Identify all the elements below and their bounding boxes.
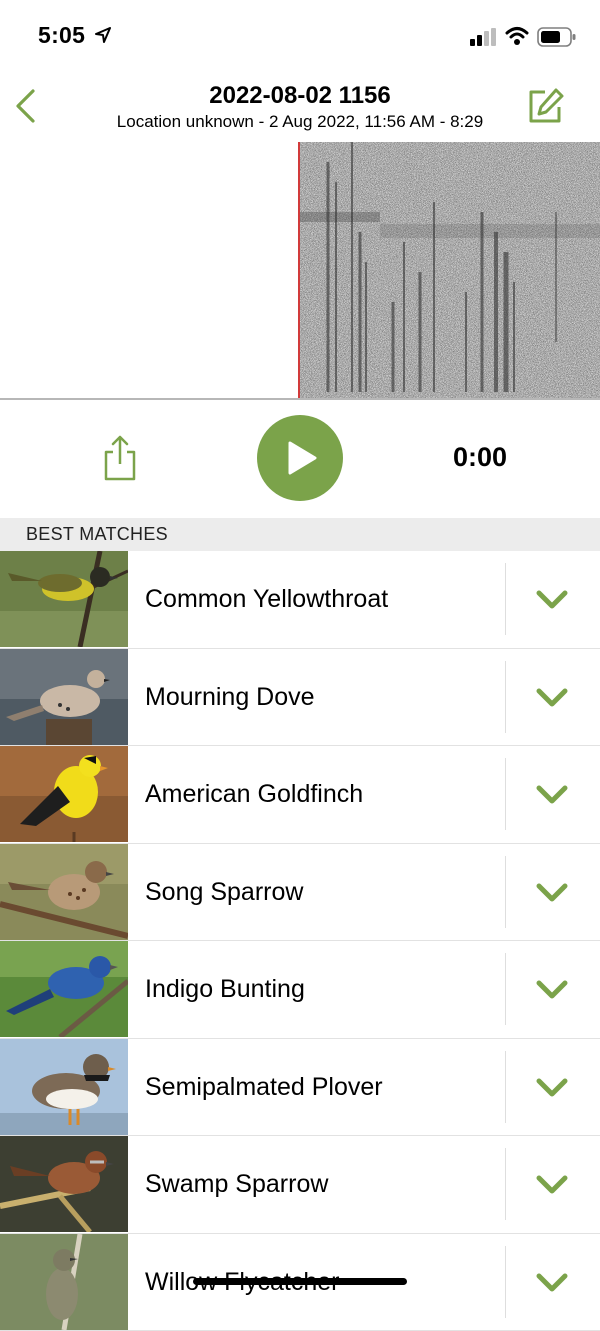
signal-bars-icon — [470, 28, 498, 46]
row-divider — [505, 758, 506, 830]
match-row-swamp-sparrow[interactable]: Swamp Sparrow — [0, 1136, 600, 1234]
bird-photo-willow-flycatcher — [0, 1234, 128, 1330]
bird-photo-mourning-dove — [0, 649, 128, 745]
bird-photo-common-yellowthroat — [0, 551, 128, 647]
match-row-song-sparrow[interactable]: Song Sparrow — [0, 844, 600, 942]
recording-title: 2022-08-02 1156 — [60, 82, 540, 110]
species-name: Song Sparrow — [145, 844, 303, 940]
edit-pencil-icon — [526, 86, 566, 126]
bird-photo-song-sparrow — [0, 844, 128, 940]
row-divider — [505, 661, 506, 733]
playback-time: 0:00 — [430, 442, 530, 473]
match-row-mourning-dove[interactable]: Mourning Dove — [0, 649, 600, 747]
battery-icon — [537, 27, 577, 47]
recording-subtitle: Location unknown - 2 Aug 2022, 11:56 AM … — [60, 112, 540, 132]
species-name: Common Yellowthroat — [145, 551, 388, 647]
play-button[interactable] — [257, 415, 343, 501]
chevron-down-icon[interactable] — [536, 589, 568, 611]
wifi-icon — [505, 26, 529, 46]
spectrogram-image — [300, 142, 600, 398]
spectrogram[interactable] — [0, 142, 600, 400]
back-button[interactable] — [8, 86, 42, 126]
row-divider — [505, 1246, 506, 1318]
bird-photo-indigo-bunting — [0, 941, 128, 1037]
chevron-down-icon[interactable] — [536, 1077, 568, 1099]
match-row-semipalmated-plover[interactable]: Semipalmated Plover — [0, 1039, 600, 1137]
match-row-indigo-bunting[interactable]: Indigo Bunting — [0, 941, 600, 1039]
row-divider — [505, 856, 506, 928]
share-button[interactable] — [101, 434, 139, 482]
chevron-down-icon[interactable] — [536, 1174, 568, 1196]
bird-photo-swamp-sparrow — [0, 1136, 128, 1232]
playhead-line[interactable] — [298, 142, 300, 398]
nav-bar: 2022-08-02 1156 Location unknown - 2 Aug… — [0, 78, 600, 140]
location-arrow-icon — [95, 27, 111, 43]
match-row-common-yellowthroat[interactable]: Common Yellowthroat — [0, 551, 600, 649]
section-label: BEST MATCHES — [26, 524, 168, 545]
row-divider — [505, 1148, 506, 1220]
bird-photo-american-goldfinch — [0, 746, 128, 842]
play-icon — [287, 441, 317, 475]
share-icon — [101, 434, 139, 482]
chevron-down-icon[interactable] — [536, 784, 568, 806]
species-name: Semipalmated Plover — [145, 1039, 383, 1135]
chevron-down-icon[interactable] — [536, 882, 568, 904]
row-divider — [505, 563, 506, 635]
edit-button[interactable] — [526, 86, 566, 126]
match-row-american-goldfinch[interactable]: American Goldfinch — [0, 746, 600, 844]
species-name: Mourning Dove — [145, 649, 315, 745]
status-time: 5:05 — [38, 22, 85, 49]
row-divider — [505, 953, 506, 1025]
status-bar: 5:05 — [0, 0, 600, 72]
row-divider — [505, 1051, 506, 1123]
chevron-down-icon[interactable] — [536, 979, 568, 1001]
section-header: BEST MATCHES — [0, 518, 600, 551]
species-name: Indigo Bunting — [145, 941, 305, 1037]
species-name: American Goldfinch — [145, 746, 363, 842]
bird-photo-semipalmated-plover — [0, 1039, 128, 1135]
home-indicator[interactable] — [193, 1278, 407, 1285]
chevron-left-icon — [14, 89, 36, 123]
chevron-down-icon[interactable] — [536, 1272, 568, 1294]
matches-list: Common Yellowthroat Mourning Dove — [0, 551, 600, 1331]
species-name: Swamp Sparrow — [145, 1136, 328, 1232]
chevron-down-icon[interactable] — [536, 687, 568, 709]
